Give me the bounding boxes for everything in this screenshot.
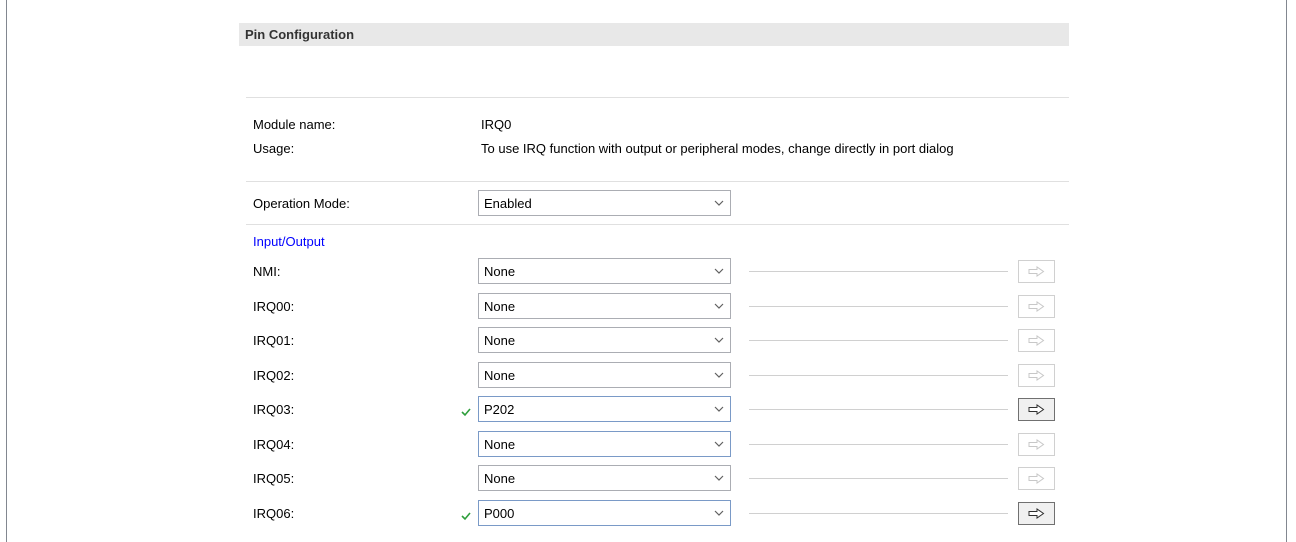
pin-select-value: None xyxy=(484,471,516,486)
section-header: Pin Configuration xyxy=(239,23,1069,46)
pin-label: IRQ00: xyxy=(253,298,295,314)
usage-value: To use IRQ function with output or perip… xyxy=(481,141,954,156)
pin-label: NMI: xyxy=(253,264,281,279)
module-name-label: Module name: xyxy=(253,117,336,132)
arrow-right-icon xyxy=(1028,438,1045,450)
navigate-to-pin-button[interactable] xyxy=(1018,363,1055,387)
pin-select-value: None xyxy=(484,264,516,279)
arrow-right-icon xyxy=(1028,335,1045,346)
input-output-group-label: Input/Output xyxy=(253,234,325,249)
operation-mode-value: Enabled xyxy=(484,196,532,211)
pin-select-value: None xyxy=(484,298,516,314)
connector-line xyxy=(749,271,1008,272)
pin-select[interactable]: None xyxy=(478,465,731,491)
navigate-to-pin-button[interactable] xyxy=(1018,398,1055,421)
connector-line xyxy=(749,478,1008,479)
usage-label: Usage: xyxy=(253,141,295,156)
chevron-down-icon[interactable] xyxy=(708,363,730,387)
check-icon xyxy=(461,405,471,417)
chevron-down-icon[interactable] xyxy=(708,328,730,352)
navigate-to-pin-button[interactable] xyxy=(1018,467,1055,490)
connector-line xyxy=(749,305,1008,307)
divider xyxy=(246,181,1069,182)
chevron-down-icon[interactable] xyxy=(708,191,730,215)
chevron-down-icon[interactable] xyxy=(708,466,730,490)
panel-border-right xyxy=(1286,0,1287,542)
arrow-right-icon xyxy=(1028,300,1045,312)
pin-label: IRQ04: xyxy=(253,436,295,452)
pin-select-value: None xyxy=(484,367,516,383)
arrow-right-icon xyxy=(1028,473,1045,484)
pin-label: IRQ02: xyxy=(253,367,295,383)
navigate-to-pin-button[interactable] xyxy=(1018,501,1055,525)
chevron-down-icon[interactable] xyxy=(708,259,730,283)
connector-line xyxy=(749,512,1008,514)
pin-select-value: P000 xyxy=(484,505,515,521)
connector-line xyxy=(749,374,1008,376)
chevron-down-icon[interactable] xyxy=(708,501,730,525)
pin-select[interactable]: P202 xyxy=(478,396,731,422)
chevron-down-icon[interactable] xyxy=(708,432,730,456)
connector-line xyxy=(749,340,1008,341)
navigate-to-pin-button[interactable] xyxy=(1018,329,1055,352)
pin-label: IRQ03: xyxy=(253,402,295,417)
pin-label: IRQ05: xyxy=(253,471,295,486)
arrow-right-icon xyxy=(1028,404,1045,415)
navigate-to-pin-button[interactable] xyxy=(1018,294,1055,318)
divider xyxy=(246,97,1069,98)
pin-select-value: P202 xyxy=(484,402,515,417)
connector-line xyxy=(749,409,1008,410)
chevron-down-icon[interactable] xyxy=(708,397,730,421)
pin-label: IRQ01: xyxy=(253,333,295,348)
arrow-right-icon xyxy=(1028,507,1045,519)
pin-select[interactable]: None xyxy=(478,361,731,388)
navigate-to-pin-button[interactable] xyxy=(1018,432,1055,456)
pin-select-value: None xyxy=(484,333,516,348)
pin-label: IRQ06: xyxy=(253,505,295,521)
module-name-value: IRQ0 xyxy=(481,117,512,132)
pin-select[interactable]: None xyxy=(478,292,731,319)
chevron-down-icon[interactable] xyxy=(708,294,730,318)
operation-mode-select[interactable]: Enabled xyxy=(478,190,731,216)
navigate-to-pin-button[interactable] xyxy=(1018,260,1055,283)
operation-mode-label: Operation Mode: xyxy=(253,196,350,211)
pin-select-value: None xyxy=(484,436,516,452)
connector-line xyxy=(749,443,1008,445)
check-icon xyxy=(461,509,471,520)
arrow-right-icon xyxy=(1028,369,1045,381)
pin-select[interactable]: P000 xyxy=(478,499,731,526)
panel-border-left xyxy=(6,0,7,542)
pin-select[interactable]: None xyxy=(478,258,731,284)
divider xyxy=(246,224,1069,225)
pin-select[interactable]: None xyxy=(478,327,731,353)
arrow-right-icon xyxy=(1028,266,1045,277)
pin-select[interactable]: None xyxy=(478,430,731,457)
